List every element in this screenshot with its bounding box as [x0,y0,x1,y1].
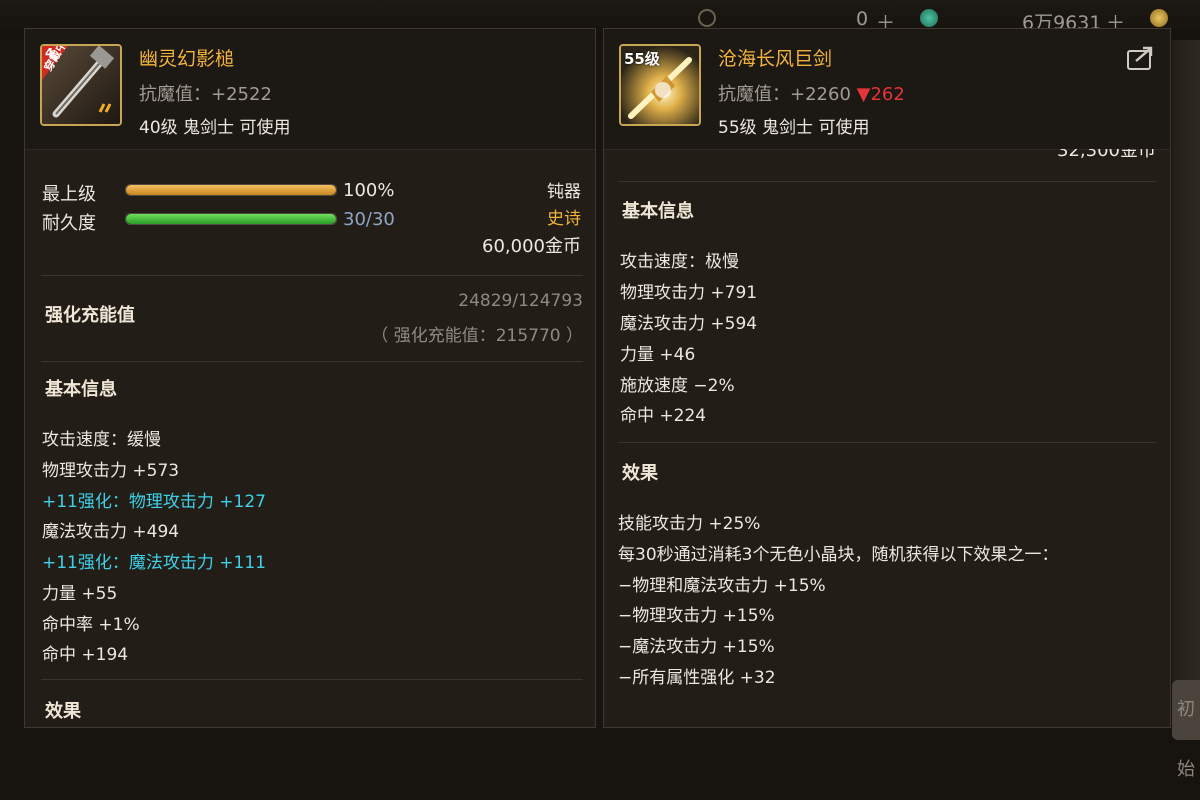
stat-line: 命中 +224 [620,406,707,426]
effect-line: 技能攻击力 +25% [618,514,761,534]
share-button[interactable] [1126,45,1156,71]
stat-line: 魔法攻击力 +494 [42,522,180,542]
max-level-label: 最上级 [42,184,96,205]
stat-line: 命中率 +1% [42,615,140,635]
item-requirement: 40级 鬼剑士 可使用 [139,118,291,138]
price-clipped: 32,300金币 [1006,149,1156,159]
magic-resist-value: +2522 [211,84,272,105]
max-level-bar-fill [126,185,336,195]
durability-label: 耐久度 [42,213,96,234]
sell-price-partial: 32,300金币 [1057,149,1156,159]
divider [618,181,1156,182]
stat-line: 施放速度 −2% [620,376,735,396]
basic-info-title: 基本信息 [45,379,117,400]
stat-line: 力量 +55 [42,584,118,604]
durability-bar [125,213,337,225]
durability-value: 30/30 [343,209,395,230]
item-name: 幽灵幻影槌 [139,48,235,70]
effect-line: −物理攻击力 +15% [618,606,775,626]
magic-resist-label: 抗魔值： [718,84,790,105]
effect-line: −魔法攻击力 +15% [618,637,775,657]
sell-price: 60,000金币 [482,236,581,257]
magic-resist-label: 抗魔值： [139,84,211,105]
currency-value-1: 0 [856,8,869,30]
gem-icon [920,9,938,27]
magic-resist-value: +2260 [790,84,851,105]
effect-line: 每30秒通过消耗3个无色小晶块，随机获得以下效果之一： [618,545,1059,565]
item-requirement: 55级 鬼剑士 可使用 [718,118,870,138]
stat-line: 魔法攻击力 +594 [620,314,758,334]
item-icon: 穿戴中 4 [40,44,122,126]
charge-note: （ 强化充能值：215770 ） [371,326,583,346]
max-level-bar [125,184,337,196]
item-tooltip-right: 55级 沧海长风巨剑 抗魔值：+2260 ▼262 55级 鬼剑士 可使用 32… [603,28,1171,728]
effects-title: 效果 [45,701,81,722]
divider [41,275,583,276]
enhance-stat-line: +11强化：物理攻击力 +127 [42,492,266,512]
item-level-badge: 55级 [624,50,660,68]
magic-resist: 抗魔值：+2522 [139,80,272,106]
divider [41,361,583,362]
durability-bar-fill [126,214,336,224]
effect-line: −所有属性强化 +32 [618,668,776,688]
edge-button[interactable]: 初始 [1172,680,1200,780]
basic-info-title: 基本信息 [622,201,694,222]
item-tooltip-left: 穿戴中 4 幽灵幻影槌 抗魔值：+2522 40级 鬼剑士 可使用 最上级 10… [24,28,596,728]
divider [41,679,583,680]
charge-value: 24829/124793 [458,291,583,311]
magic-resist: 抗魔值：+2260 ▼262 [718,80,905,106]
tooltip-header: 穿戴中 4 幽灵幻影槌 抗魔值：+2522 40级 鬼剑士 可使用 [25,29,595,150]
charge-label: 强化充能值 [45,305,135,326]
weapon-type: 钝器 [547,182,581,202]
stat-line: 攻击速度：极慢 [620,252,739,272]
rarity: 史诗 [547,209,581,229]
background-edge: 初始 [1172,40,1200,780]
gear-icon[interactable] [698,9,716,27]
magic-resist-drop: ▼262 [856,84,905,105]
item-name: 沧海长风巨剑 [718,48,833,70]
item-icon: 55级 [619,44,701,126]
stat-line: 命中 +194 [42,645,129,665]
stat-line: 物理攻击力 +573 [42,461,180,481]
enhance-stat-line: +11强化：魔法攻击力 +111 [42,553,266,573]
effect-line: −物理和魔法攻击力 +15% [618,576,826,596]
coin-icon [1150,9,1168,27]
tooltip-header: 55级 沧海长风巨剑 抗魔值：+2260 ▼262 55级 鬼剑士 可使用 [604,29,1170,150]
effects-title: 效果 [622,463,658,484]
stat-line: 物理攻击力 +791 [620,283,758,303]
max-level-value: 100% [343,180,395,201]
share-icon [1127,46,1153,70]
stat-line: 力量 +46 [620,345,696,365]
icon-corner-number: 4 [45,46,54,60]
stat-line: 攻击速度：缓慢 [42,430,161,450]
divider [618,442,1156,443]
